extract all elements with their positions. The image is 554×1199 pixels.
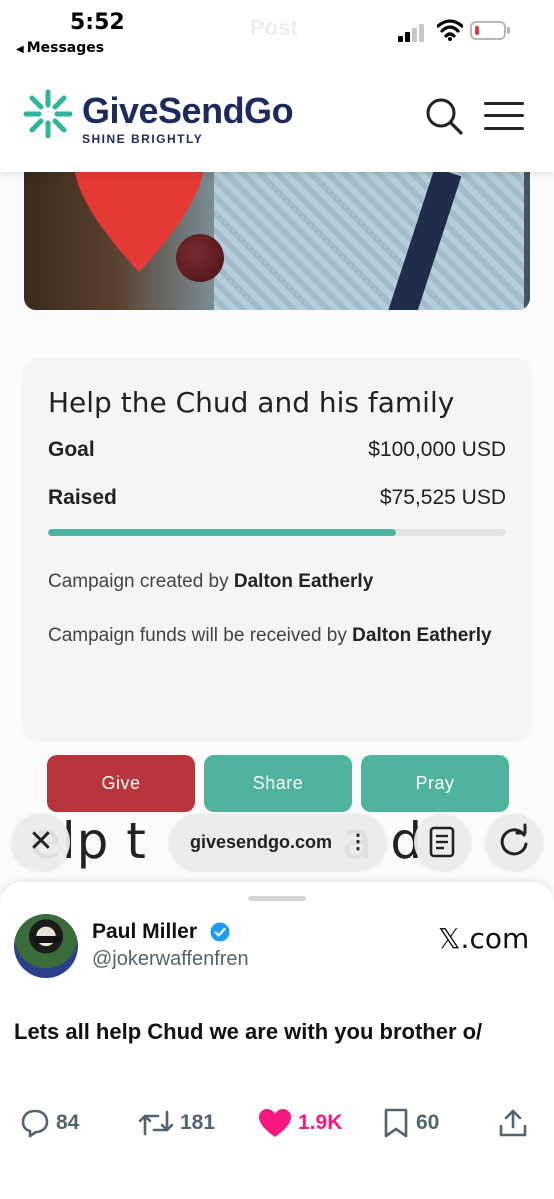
give-button[interactable]: Give <box>47 755 195 812</box>
reader-icon <box>429 826 455 858</box>
tweet-author-name[interactable]: Paul Miller <box>92 920 197 944</box>
site-header: GiveSendGo SHINE BRIGHTLY <box>0 62 554 172</box>
photo-shirt <box>214 172 524 310</box>
rose-graphic <box>176 234 224 282</box>
share-icon <box>499 1109 527 1137</box>
creator-prefix: Campaign created by <box>48 571 234 592</box>
goal-value: $100,000 USD <box>368 438 506 461</box>
x-com-link[interactable]: 𝕏.com <box>438 922 529 955</box>
campaign-title: Help the Chud and his family <box>48 386 455 419</box>
reply-button[interactable]: 84 <box>20 1108 79 1138</box>
reply-icon <box>21 1109 49 1138</box>
raised-label: Raised <box>48 486 117 509</box>
pray-button[interactable]: Pray <box>361 755 509 812</box>
share-tweet-button[interactable] <box>498 1108 534 1138</box>
tweet-author-handle[interactable]: @jokerwaffenfren <box>92 948 249 971</box>
heart-filled-icon <box>259 1109 291 1137</box>
battery-level <box>475 26 479 35</box>
battery-tip <box>507 27 510 34</box>
bookmark-button[interactable]: 60 <box>382 1108 439 1138</box>
logo-tagline: SHINE BRIGHTLY <box>82 132 204 146</box>
reply-count: 84 <box>56 1111 80 1134</box>
back-to-messages[interactable]: ◀ Messages <box>16 40 104 56</box>
ghost-post-title: Post <box>250 15 298 40</box>
back-triangle-icon: ◀ <box>16 44 24 55</box>
close-browser-button[interactable]: ✕ <box>12 814 70 870</box>
url-text: givesendgo.com <box>190 832 333 852</box>
recipient-prefix: Campaign funds will be received by <box>48 625 353 646</box>
like-count: 1.9K <box>298 1111 343 1134</box>
recipient-name[interactable]: Dalton Eatherly <box>352 625 491 646</box>
like-button[interactable]: 1.9K <box>258 1108 342 1138</box>
reader-mode-button[interactable] <box>414 814 470 870</box>
status-bar: 5:52 ◀ Messages Post <box>0 0 554 62</box>
funding-progress-fill <box>48 529 397 536</box>
avatar-glasses <box>34 936 60 943</box>
url-bar[interactable]: givesendgo.com ⋮ <box>170 814 386 870</box>
hamburger-menu-icon[interactable] <box>482 100 526 132</box>
funding-progress-bar <box>48 529 506 536</box>
retweet-count: 181 <box>180 1111 216 1134</box>
goal-label: Goal <box>48 438 95 461</box>
cellular-signal-icon <box>398 24 428 42</box>
campaign-recipient: Campaign funds will be received by Dalto… <box>48 622 508 650</box>
reload-icon <box>500 823 528 856</box>
retweet-button[interactable]: 181 <box>138 1108 215 1138</box>
status-time: 5:52 <box>70 10 125 35</box>
campaign-card: Help the Chud and his family Goal $100,0… <box>24 358 530 738</box>
raised-value: $75,525 USD <box>379 486 506 509</box>
back-app-label: Messages <box>26 40 105 56</box>
creator-name[interactable]: Dalton Eatherly <box>234 571 373 592</box>
campaign-creator: Campaign created by Dalton Eatherly <box>48 568 508 596</box>
battery-icon <box>470 21 506 40</box>
bookmark-count: 60 <box>416 1111 440 1134</box>
bookmark-icon <box>384 1108 408 1138</box>
search-icon[interactable] <box>424 96 464 136</box>
retweet-icon <box>138 1110 174 1136</box>
logo-wordmark[interactable]: GiveSendGo <box>82 90 294 132</box>
givesendgo-logo-icon[interactable] <box>22 88 74 140</box>
reload-button[interactable] <box>486 814 542 870</box>
campaign-photo <box>24 172 530 310</box>
close-icon: ✕ <box>28 825 54 858</box>
verified-badge-icon <box>210 922 230 942</box>
sheet-drag-handle[interactable] <box>248 896 306 901</box>
wifi-icon <box>437 19 463 41</box>
share-button[interactable]: Share <box>204 755 352 812</box>
avatar[interactable] <box>14 914 78 978</box>
more-options-icon[interactable]: ⋮ <box>348 814 368 870</box>
tweet-sheet: Paul Miller @jokerwaffenfren 𝕏.com Lets … <box>0 882 554 1199</box>
tweet-text: Lets all help Chud we are with you broth… <box>14 1019 483 1044</box>
